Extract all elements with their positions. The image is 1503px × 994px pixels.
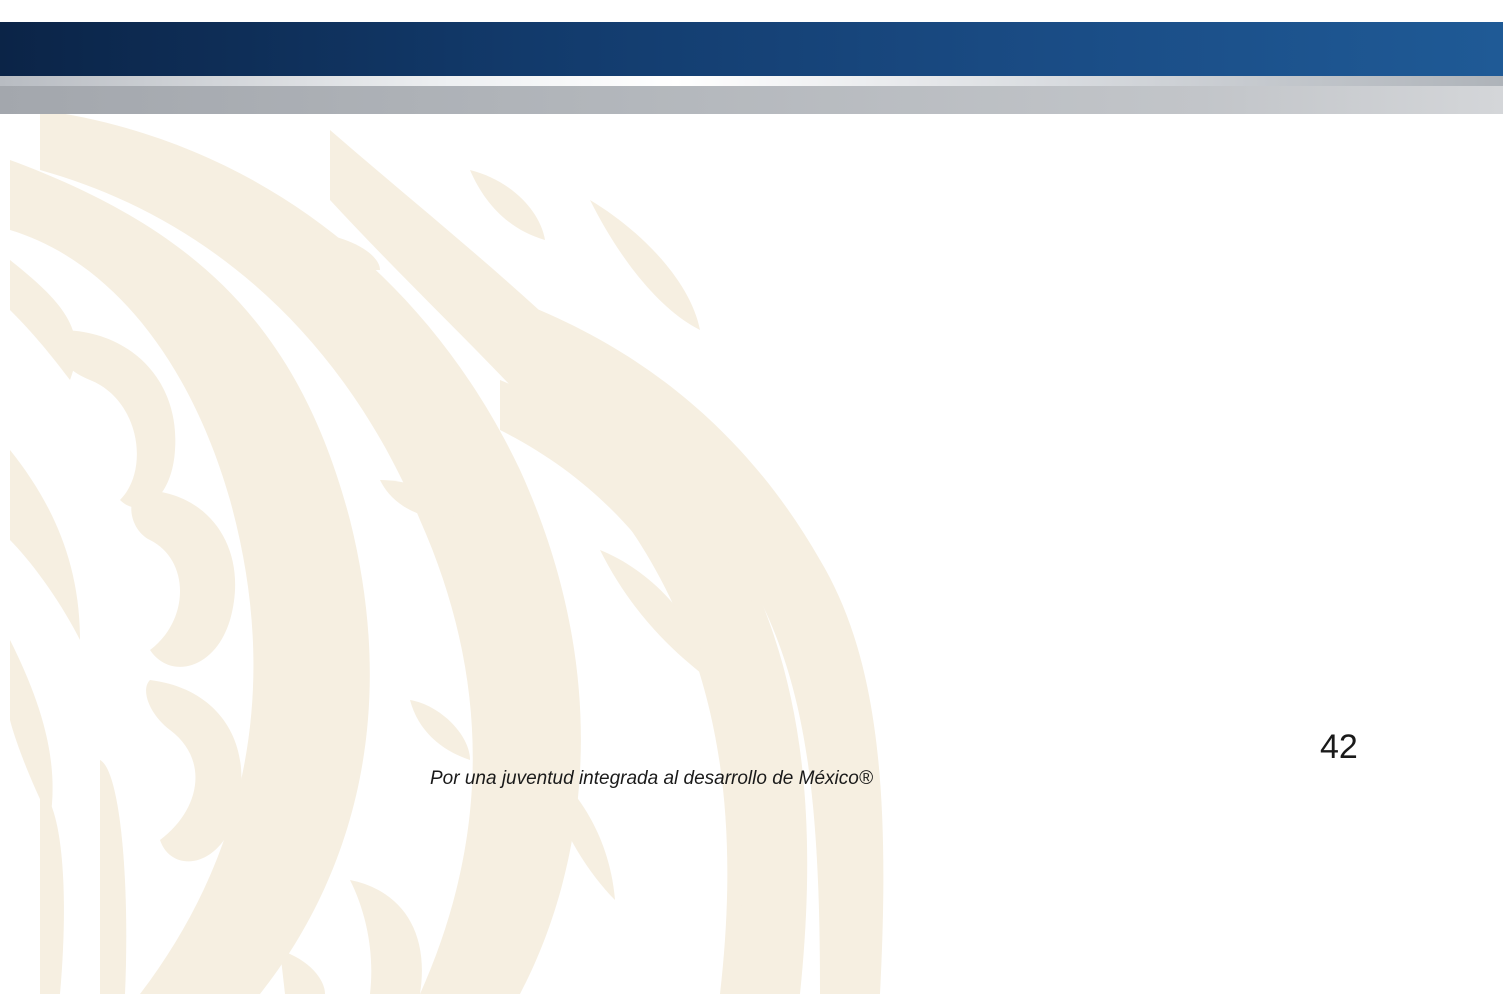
footer-slogan: Por una juventud integrada al desarrollo… bbox=[430, 768, 873, 789]
header-band bbox=[0, 22, 1503, 76]
header-rule bbox=[0, 76, 1503, 86]
header-bar bbox=[0, 86, 1503, 114]
page-number: 42 bbox=[1320, 728, 1358, 766]
eagle-pattern-watermark-icon bbox=[10, 110, 884, 994]
slide-page: 42 Por una juventud integrada al desarro… bbox=[0, 0, 1503, 994]
